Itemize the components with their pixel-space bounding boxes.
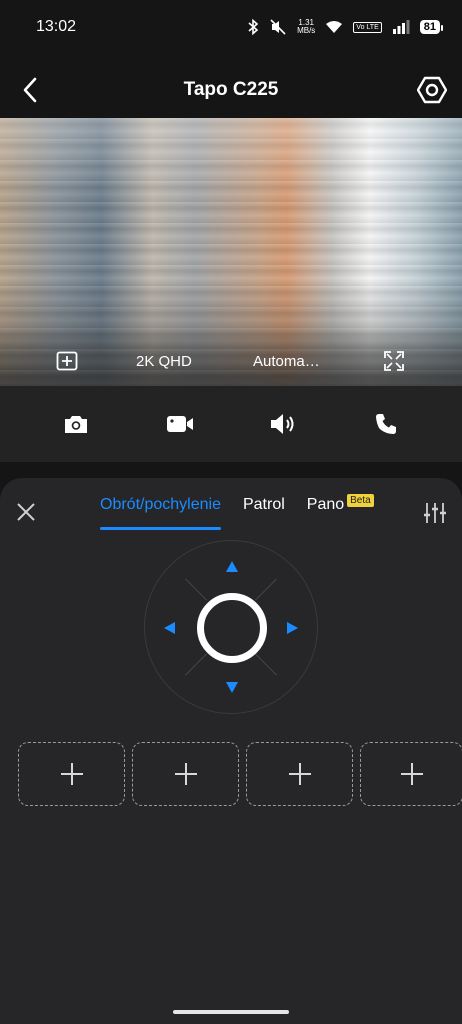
speaker-button[interactable] [266, 408, 298, 440]
tab-patrol[interactable]: Patrol [243, 496, 285, 524]
plus-icon [288, 763, 311, 785]
video-overlay-bar: 2K QHD Automa… [0, 336, 462, 386]
camera-icon [65, 416, 87, 433]
settings-button[interactable] [414, 72, 450, 108]
sliders-icon [424, 503, 446, 523]
ptz-joystick[interactable] [144, 540, 318, 714]
signal-icon [392, 20, 410, 34]
preset-slots [18, 742, 462, 806]
wifi-icon [326, 21, 343, 33]
volte-badge: Vo LTE [353, 21, 382, 33]
network-speed: 1.31 MB/s [297, 18, 316, 35]
plus-icon [400, 763, 423, 785]
status-bar: 13:02 1.31 MB/s Vo LTE 81 [0, 0, 462, 54]
ptz-panel: Obrót/pochylenie Patrol Pano Beta [0, 478, 462, 1024]
bluetooth-icon [248, 19, 259, 35]
panel-tabs: Obrót/pochylenie Patrol Pano Beta [100, 494, 374, 530]
joystick-divider [255, 578, 277, 601]
plus-icon [174, 763, 197, 785]
joystick-divider [255, 653, 277, 676]
battery-indicator: 81 [419, 20, 444, 34]
phone-icon [376, 414, 396, 434]
status-icons: 1.31 MB/s Vo LTE 81 [247, 18, 444, 35]
tab-pan-tilt[interactable]: Obrót/pochylenie [100, 496, 221, 530]
hexagon-gear-icon [417, 76, 447, 104]
status-time: 13:02 [36, 18, 77, 35]
joystick-center-ring[interactable] [197, 593, 267, 663]
mute-icon [270, 19, 286, 35]
add-preset-button[interactable] [132, 742, 239, 806]
pan-left-arrow-icon[interactable] [164, 622, 175, 634]
add-preset-button[interactable] [360, 742, 462, 806]
joystick-divider [185, 578, 207, 601]
fullscreen-icon [384, 351, 404, 371]
fullscreen-button[interactable] [384, 351, 404, 371]
chevron-left-icon [23, 77, 37, 103]
tilt-down-arrow-icon[interactable] [226, 682, 238, 693]
app-header: Tapo C225 [0, 66, 462, 114]
page-title: Tapo C225 [183, 79, 279, 100]
plus-square-icon [56, 351, 78, 371]
ptz-settings-button[interactable] [422, 500, 448, 526]
live-video-feed[interactable]: 2K QHD Automa… [0, 118, 462, 386]
tab-pano-label: Pano [306, 496, 345, 513]
beta-badge: Beta [347, 494, 374, 507]
add-preset-button[interactable] [18, 742, 125, 806]
mode-selector[interactable]: Automa… [253, 353, 320, 370]
call-button[interactable] [370, 408, 402, 440]
home-indicator[interactable] [173, 1010, 289, 1014]
close-icon [17, 503, 35, 521]
joystick-divider [185, 653, 207, 676]
tilt-up-arrow-icon[interactable] [226, 561, 238, 572]
quality-selector[interactable]: 2K QHD [136, 353, 192, 370]
record-button[interactable] [164, 408, 196, 440]
plus-icon [60, 763, 83, 785]
add-widget-button[interactable] [56, 351, 78, 371]
add-preset-button[interactable] [246, 742, 353, 806]
close-panel-button[interactable] [12, 498, 40, 526]
speaker-icon [271, 414, 294, 434]
back-button[interactable] [14, 74, 46, 106]
video-camera-icon [167, 416, 193, 432]
control-bar [0, 386, 462, 462]
tab-pano[interactable]: Pano Beta [306, 494, 374, 524]
pan-right-arrow-icon[interactable] [287, 622, 298, 634]
snapshot-button[interactable] [60, 408, 92, 440]
